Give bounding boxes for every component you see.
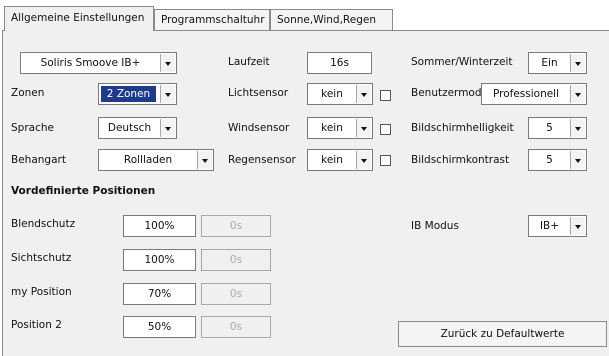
benutzermode-select[interactable]: Professionell <box>481 83 587 105</box>
ib-modus-value: IB+ <box>539 220 560 232</box>
my-position-percent-field[interactable]: 70% <box>123 283 196 305</box>
chevron-down-icon[interactable] <box>570 85 585 103</box>
chevron-down-icon[interactable] <box>356 119 371 137</box>
regensensor-checkbox[interactable] <box>380 155 391 166</box>
position-2-percent-field[interactable]: 50% <box>123 316 196 338</box>
sommer-winterzeit-value: Ein <box>541 57 558 69</box>
chevron-down-icon[interactable] <box>197 151 212 169</box>
ib-modus-label: IB Modus <box>411 220 459 232</box>
benutzermode-label: Benutzermode <box>411 87 488 99</box>
sprache-label: Sprache <box>11 122 54 134</box>
zonen-select[interactable]: 2 Zonen <box>98 83 177 105</box>
behangart-select[interactable]: Rollladen <box>98 149 214 171</box>
sichtschutz-time-field: 0s <box>201 249 271 271</box>
windsensor-select[interactable]: kein <box>307 117 373 139</box>
chevron-down-icon[interactable] <box>160 119 175 137</box>
vordefinierte-positionen-heading: Vordefinierte Positionen <box>11 185 156 197</box>
blendschutz-percent-field[interactable]: 100% <box>123 215 196 237</box>
device-value: Soliris Smoove IB+ <box>40 57 141 69</box>
bildschirmhelligkeit-select[interactable]: 5 <box>528 117 587 139</box>
windsensor-value: kein <box>321 122 343 134</box>
chevron-down-icon[interactable] <box>160 54 175 72</box>
chevron-down-icon[interactable] <box>356 151 371 169</box>
lichtsensor-select[interactable]: kein <box>307 83 373 105</box>
bildschirmkontrast-label: Bildschirmkontrast <box>411 154 510 166</box>
tab-sonne-wind-regen[interactable]: Sonne,Wind,Regen <box>270 9 393 30</box>
sichtschutz-label: Sichtschutz <box>11 252 72 264</box>
sprache-value: Deutsch <box>107 122 152 134</box>
bildschirmhelligkeit-label: Bildschirmhelligkeit <box>411 122 514 134</box>
sommer-winterzeit-label: Sommer/Winterzeit <box>411 56 513 68</box>
chevron-down-icon[interactable] <box>570 151 585 169</box>
position-2-time-field: 0s <box>201 316 271 338</box>
chevron-down-icon[interactable] <box>570 217 585 235</box>
tab-strip: Allgemeine Einstellungen Programmschaltu… <box>0 0 609 31</box>
my-position-label: my Position <box>11 286 72 298</box>
chevron-down-icon[interactable] <box>570 54 585 72</box>
windsensor-checkbox[interactable] <box>380 124 391 135</box>
laufzeit-field[interactable]: 16s <box>307 52 372 74</box>
chevron-down-icon[interactable] <box>356 85 371 103</box>
bildschirmkontrast-value: 5 <box>546 154 553 166</box>
lichtsensor-checkbox[interactable] <box>380 90 391 101</box>
regensensor-value: kein <box>321 154 343 166</box>
lichtsensor-value: kein <box>321 88 343 100</box>
windsensor-label: Windsensor <box>228 122 290 134</box>
regensensor-label: Regensensor <box>228 154 296 166</box>
regensensor-select[interactable]: kein <box>307 149 373 171</box>
chevron-down-icon[interactable] <box>570 119 585 137</box>
benutzermode-value: Professionell <box>492 88 560 100</box>
bildschirmkontrast-select[interactable]: 5 <box>528 149 587 171</box>
blendschutz-label: Blendschutz <box>11 218 76 230</box>
tab-programmschaltuhr[interactable]: Programmschaltuhr <box>154 9 270 30</box>
bildschirmhelligkeit-value: 5 <box>546 122 553 134</box>
my-position-time-field: 0s <box>201 283 271 305</box>
laufzeit-label: Laufzeit <box>228 56 270 68</box>
position-2-label: Position 2 <box>11 319 62 331</box>
blendschutz-time-field: 0s <box>201 215 271 237</box>
behangart-value: Rollladen <box>123 154 173 166</box>
lichtsensor-label: Lichtsensor <box>228 87 289 99</box>
ib-modus-select[interactable]: IB+ <box>528 215 587 237</box>
behangart-label: Behangart <box>11 154 66 166</box>
sichtschutz-percent-field[interactable]: 100% <box>123 249 196 271</box>
sommer-winterzeit-select[interactable]: Ein <box>528 52 587 74</box>
tab-allgemeine-einstellungen[interactable]: Allgemeine Einstellungen <box>4 6 154 31</box>
zonen-label: Zonen <box>11 87 45 99</box>
chevron-down-icon[interactable] <box>160 85 175 103</box>
device-select[interactable]: Soliris Smoove IB+ <box>20 52 177 74</box>
reset-defaults-button[interactable]: Zurück zu Defaultwerte <box>398 321 607 347</box>
sprache-select[interactable]: Deutsch <box>98 117 177 139</box>
zonen-value: 2 Zonen <box>101 86 156 102</box>
